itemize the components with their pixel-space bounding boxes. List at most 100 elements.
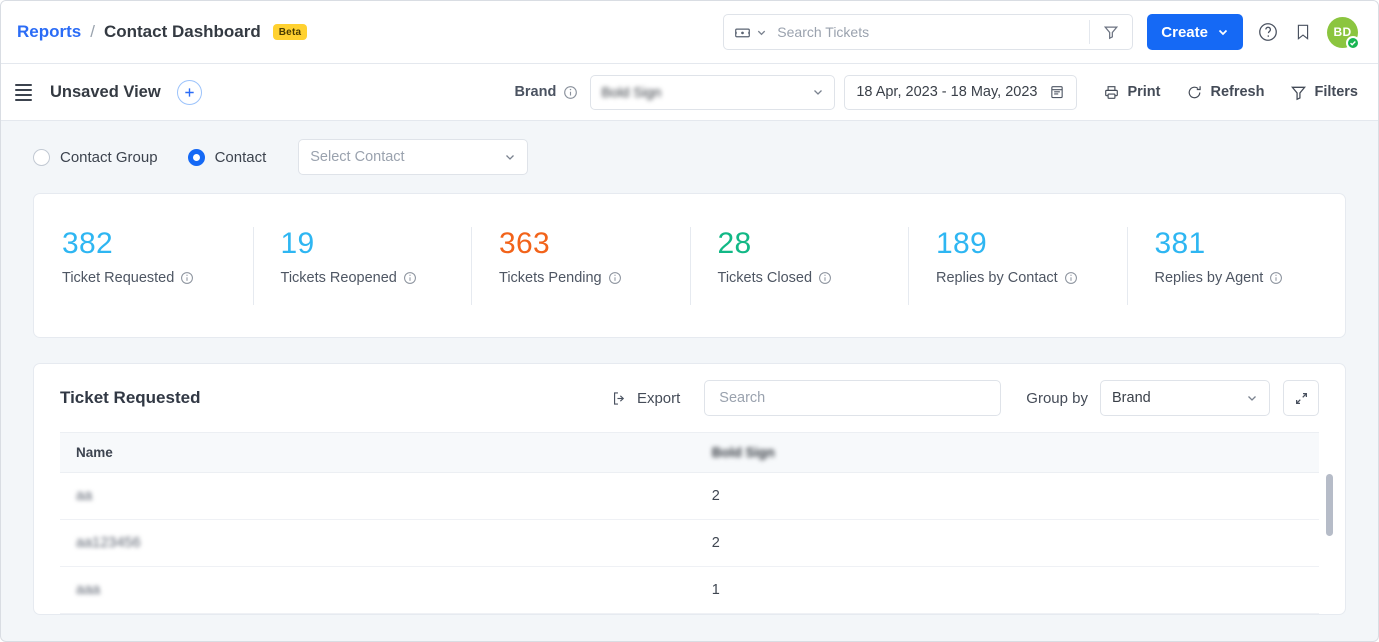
toolbar-right-actions: Brand Bold Sign 18 Apr, 2023 - 18 May, 2… <box>514 74 1358 110</box>
cell-value: 1 <box>695 566 1319 614</box>
table-row[interactable]: aa 2 <box>60 472 1319 520</box>
table-header: Name Bold Sign <box>60 432 1319 473</box>
info-icon[interactable] <box>1269 271 1283 285</box>
app-header: Reports / Contact Dashboard Beta Search … <box>1 1 1378 64</box>
search-input[interactable] <box>775 15 1090 49</box>
stat-value: 382 <box>62 226 113 260</box>
stat-label: Replies by Agent <box>1154 270 1264 286</box>
cell-value: 2 <box>695 519 1319 567</box>
brand-select[interactable]: Bold Sign <box>590 74 836 110</box>
filters-label: Filters <box>1314 84 1358 100</box>
table-row[interactable]: aaa 1 <box>60 566 1319 614</box>
table-search-input[interactable] <box>717 381 989 415</box>
ticket-requested-panel: Ticket Requested Export Group by Brand <box>33 363 1346 615</box>
calendar-icon <box>1049 84 1065 100</box>
stat-label-row: Replies by Contact <box>936 270 1127 286</box>
stat-tickets-pending: 363 Tickets Pending <box>471 226 690 305</box>
status-badge: Beta <box>272 24 308 40</box>
radio-icon-selected[interactable] <box>187 148 205 166</box>
info-icon[interactable] <box>180 271 194 285</box>
breadcrumb-reports-link[interactable]: Reports <box>17 22 81 42</box>
panel-header: Ticket Requested Export Group by Brand <box>34 364 1345 432</box>
plus-icon <box>184 87 194 97</box>
stat-label-row: Ticket Requested <box>62 270 253 286</box>
stat-label-row: Tickets Closed <box>718 270 909 286</box>
radio-contact-label: Contact <box>214 148 267 166</box>
table-row[interactable]: aa123456 2 <box>60 519 1319 567</box>
cell-name: aa <box>76 488 93 504</box>
column-header-brand-label: Bold Sign <box>711 445 775 460</box>
radio-contact[interactable]: Contact <box>187 148 267 166</box>
table-scrollbar-thumb[interactable] <box>1326 474 1333 536</box>
breadcrumb-separator: / <box>90 22 95 41</box>
refresh-button[interactable]: Refresh <box>1186 84 1264 101</box>
question-circle-icon[interactable] <box>1257 21 1279 43</box>
info-icon[interactable] <box>608 271 622 285</box>
ticket-icon[interactable] <box>734 24 751 41</box>
group-by-select[interactable]: Brand <box>1100 380 1270 416</box>
radio-icon[interactable] <box>33 148 50 166</box>
stat-label: Ticket Requested <box>62 270 175 286</box>
hamburger-icon[interactable] <box>15 83 32 101</box>
export-icon <box>611 390 628 407</box>
stat-value: 363 <box>499 226 550 260</box>
kpi-stats-card: 382 Ticket Requested 19 Tickets Reopened… <box>33 193 1346 338</box>
table-scroll-area: Name Bold Sign aa 2 aa123456 2 aaa 1 <box>34 432 1345 614</box>
chevron-down-icon <box>814 90 823 95</box>
export-button[interactable]: Export <box>611 390 680 407</box>
info-icon[interactable] <box>403 271 417 285</box>
info-icon[interactable] <box>563 85 578 100</box>
stat-label: Replies by Contact <box>936 270 1058 286</box>
create-button-label: Create <box>1161 23 1208 41</box>
stat-label: Tickets Closed <box>717 270 813 286</box>
column-header-brand: Bold Sign <box>695 432 1319 473</box>
expand-button[interactable] <box>1283 380 1319 416</box>
column-header-name[interactable]: Name <box>60 432 696 473</box>
brand-label: Brand <box>514 84 557 100</box>
export-label: Export <box>636 389 681 407</box>
stat-label-row: Tickets Reopened <box>281 270 472 286</box>
panel-actions: Export Group by Brand <box>611 380 1319 416</box>
chevron-down-icon[interactable] <box>756 27 767 38</box>
bookmark-icon[interactable] <box>1293 22 1313 42</box>
refresh-label: Refresh <box>1210 84 1265 100</box>
stat-value: 381 <box>1154 226 1206 260</box>
select-contact-placeholder: Select Contact <box>310 149 405 165</box>
stat-tickets-reopened: 19 Tickets Reopened <box>252 226 472 305</box>
page-title: Contact Dashboard <box>103 22 261 41</box>
stat-replies-by-contact: 189 Replies by Contact <box>908 226 1127 305</box>
avatar[interactable]: BD <box>1327 16 1360 50</box>
panel-title: Ticket Requested <box>60 388 201 407</box>
group-by-label: Group by <box>1026 389 1088 407</box>
expand-diagonal-icon <box>1294 391 1309 406</box>
chevron-down-icon <box>1248 396 1256 401</box>
table-scrollbar[interactable] <box>1326 474 1333 619</box>
stat-replies-by-agent: 381 Replies by Agent <box>1126 226 1346 305</box>
stat-value: 189 <box>936 226 987 260</box>
add-view-button[interactable] <box>176 79 202 105</box>
radio-contact-group[interactable]: Contact Group <box>33 148 158 166</box>
select-contact-dropdown[interactable]: Select Contact <box>298 139 529 175</box>
funnel-icon <box>1290 84 1307 101</box>
create-button[interactable]: Create <box>1147 14 1243 50</box>
chevron-down-icon <box>506 155 515 160</box>
filters-button[interactable]: Filters <box>1290 84 1358 101</box>
date-range-picker[interactable]: 18 Apr, 2023 - 18 May, 2023 <box>844 74 1078 110</box>
table-body: aa 2 aa123456 2 aaa 1 <box>60 472 1319 614</box>
stat-label: Tickets Pending <box>499 270 602 286</box>
stat-tickets-closed: 28 Tickets Closed <box>689 226 909 305</box>
group-by-value: Brand <box>1112 390 1151 406</box>
header-actions: Create BD <box>723 14 1360 50</box>
print-button[interactable]: Print <box>1103 84 1160 101</box>
info-icon[interactable] <box>818 271 832 285</box>
view-toolbar: Unsaved View Brand Bold Sign 18 Apr, 202… <box>1 64 1378 121</box>
verified-check-icon <box>1346 35 1360 50</box>
funnel-icon[interactable] <box>1090 15 1132 49</box>
print-label: Print <box>1127 84 1161 100</box>
search-tickets-box[interactable] <box>723 14 1134 50</box>
radio-contact-group-label: Contact Group <box>60 148 158 166</box>
stat-label-row: Tickets Pending <box>499 270 690 286</box>
info-icon[interactable] <box>1064 271 1078 285</box>
stat-label-row: Replies by Agent <box>1155 270 1346 286</box>
table-search-box[interactable] <box>704 380 1002 416</box>
